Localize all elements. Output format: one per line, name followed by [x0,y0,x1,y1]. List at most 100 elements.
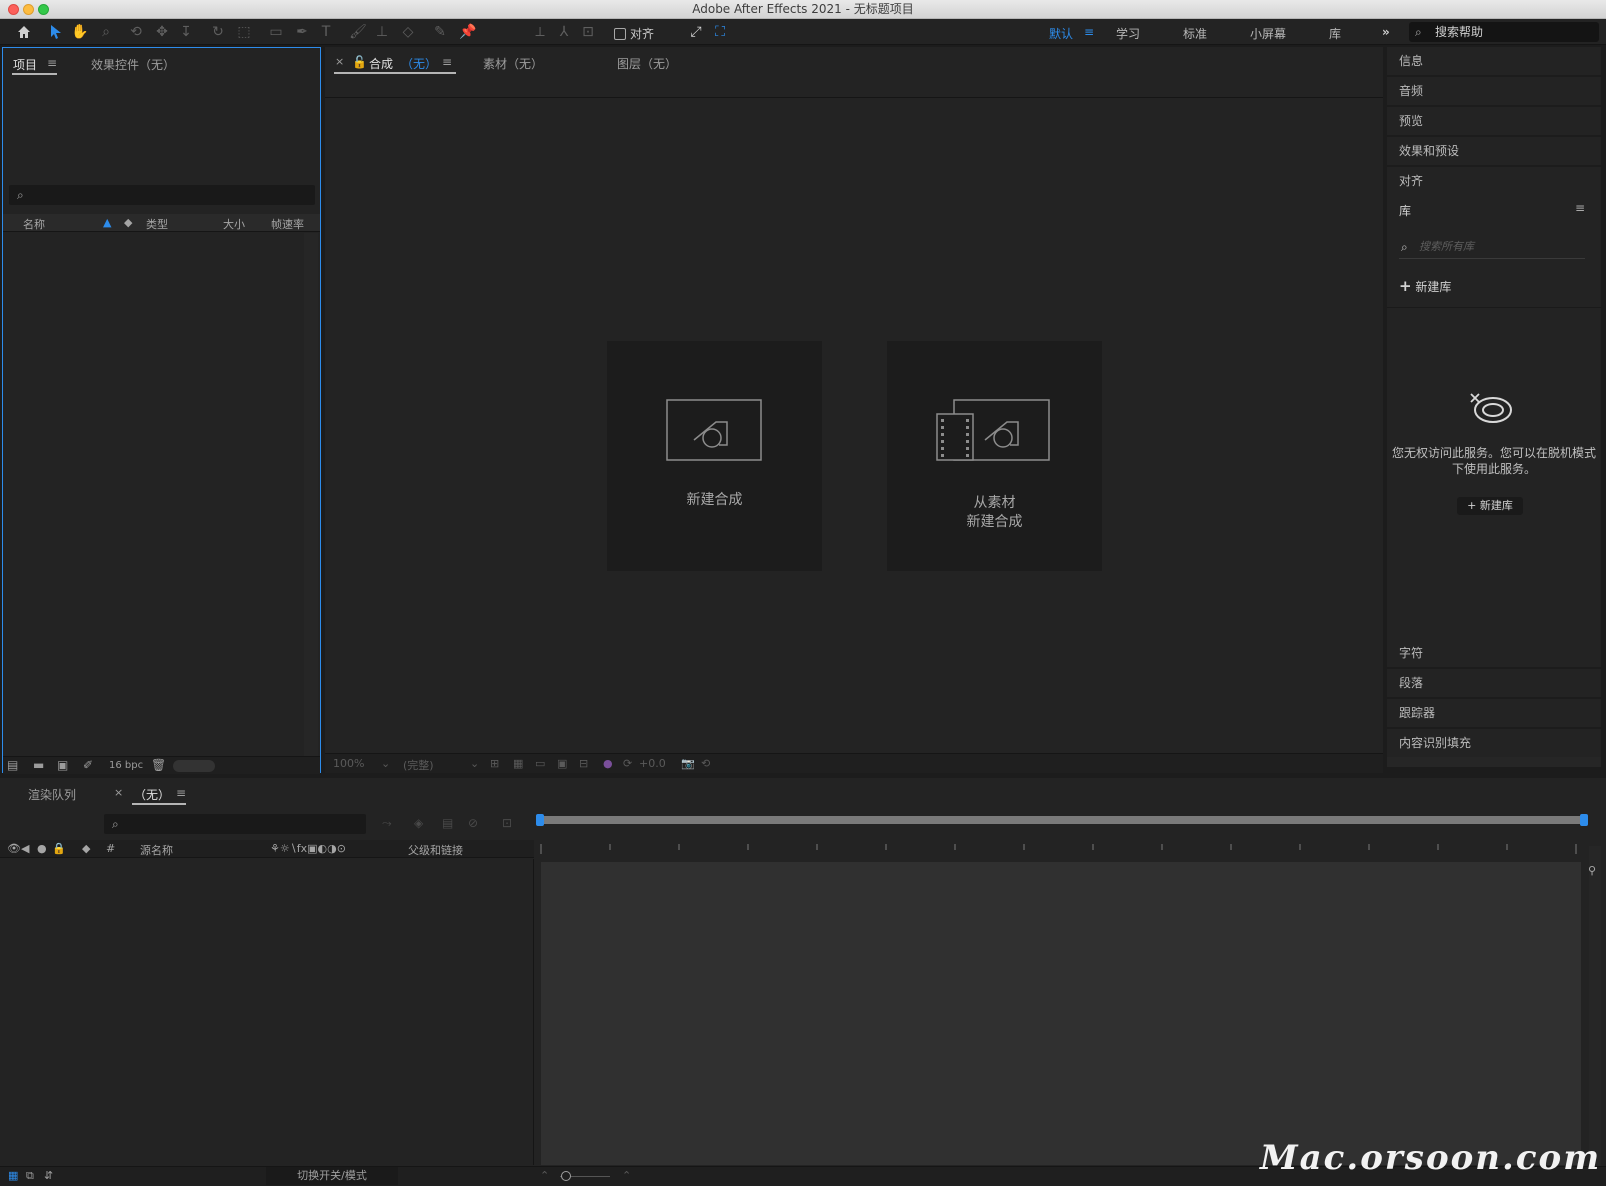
delete-icon[interactable]: 🗑 [151,758,166,772]
tab-timeline-none[interactable]: （无） [134,786,170,803]
new-composition-card[interactable]: 新建合成 [607,341,822,571]
tab-composition[interactable]: 合成 [369,55,393,72]
graph-editor-icon[interactable]: ⊡ [502,816,512,830]
timeline-scrollbar[interactable] [1589,846,1601,1166]
chevron-down-icon[interactable]: ⌄ [470,757,479,770]
timeline-search-input[interactable]: ⌕ [104,814,366,834]
frame-blending-icon[interactable]: ⊘ [468,816,478,830]
toggle-mask-visibility-icon[interactable]: ▭ [535,757,545,770]
timeline-track-area[interactable] [541,862,1581,1165]
workspace-small-screen[interactable]: 小屏幕 [1250,25,1286,42]
composition-flowchart-icon[interactable]: ⤳ [382,816,392,831]
bit-depth[interactable]: 16 bpc [109,760,143,771]
snap-toggle[interactable]: 对齐 [614,25,654,42]
zoom-slider-handle[interactable] [561,1171,571,1181]
libraries-title[interactable]: 库 [1399,202,1411,219]
thumbnail-transparency-toggle[interactable] [173,760,215,772]
panel-paragraph[interactable]: 段落 [1387,669,1601,697]
orbit-camera-tool-icon[interactable]: ⟲ [126,22,146,42]
toggle-switches-modes-button[interactable]: 切换开关/模式 [266,1167,398,1185]
tab-footage[interactable]: 素材（无） [483,55,543,72]
window-minimize-button[interactable] [23,4,34,15]
work-area-end-handle[interactable] [1580,814,1588,826]
tab-effect-controls[interactable]: 效果控件（无） [91,56,175,73]
workspace-learn[interactable]: 学习 [1116,25,1140,42]
zoom-tool-icon[interactable]: ⌕ [96,22,116,42]
lock-icon[interactable]: 🔓 [352,55,367,69]
puppet-pin-tool-icon[interactable]: 📌 [458,22,478,42]
tab-project[interactable]: 项目 [13,56,37,73]
pen-tool-icon[interactable]: ✒ [292,22,312,42]
panel-effects-presets[interactable]: 效果和预设 [1387,137,1601,165]
project-scrollbar[interactable] [304,233,318,759]
snap-options-icon[interactable]: ⤢ [686,22,706,42]
roto-brush-tool-icon[interactable]: ✎ [430,22,450,42]
snapshot-icon[interactable]: 📷 [681,757,695,770]
panel-tracker[interactable]: 跟踪器 [1387,699,1601,727]
search-help-input[interactable]: ⌕ 搜索帮助 [1409,22,1599,42]
zoom-out-icon[interactable]: ⌃ [540,1169,549,1182]
hand-tool-icon[interactable]: ✋ [70,22,90,42]
workspace-libraries[interactable]: 库 [1329,25,1341,42]
time-ruler[interactable] [534,810,1588,862]
workspace-standard[interactable]: 标准 [1183,25,1207,42]
workspace-default[interactable]: 默认 [1049,25,1073,42]
tab-render-queue[interactable]: 渲染队列 [28,786,76,803]
new-composition-icon[interactable]: ▣ [57,758,68,772]
view-axis-mode-icon[interactable]: ⊡ [578,22,598,42]
column-source-name[interactable]: 源名称 [140,842,173,858]
layer-switches-pane-icon[interactable]: ▦ [8,1169,18,1182]
show-channel-icon[interactable]: ● [603,757,613,770]
label-tag-icon[interactable]: ◆ [82,842,90,855]
panel-align[interactable]: 对齐 [1387,167,1601,195]
transfer-controls-pane-icon[interactable]: ⧉ [26,1169,34,1183]
panel-content-aware-fill[interactable]: 内容识别填充 [1387,729,1601,757]
pan-behind-tool-icon[interactable]: ⬚ [234,22,254,42]
new-library-button[interactable]: + 新建库 [1457,497,1523,515]
eraser-tool-icon[interactable]: ◇ [398,22,418,42]
window-close-button[interactable] [8,4,19,15]
draft-3d-icon[interactable]: ◈ [414,816,423,830]
reset-exposure-icon[interactable]: ⟳ [623,757,632,770]
panel-preview[interactable]: 预览 [1387,107,1601,135]
column-size[interactable]: 大小 [223,216,245,232]
new-library-link[interactable]: + 新建库 [1399,277,1451,295]
selection-tool-icon[interactable] [46,22,66,42]
type-tool-icon[interactable]: T [316,22,336,42]
zoom-in-icon[interactable]: ⌃ [622,1169,631,1182]
project-search-input[interactable]: ⌕ [9,185,315,205]
audio-icon[interactable]: ◀ [21,842,29,855]
comp-marker-bin-icon[interactable]: ⚲ [1588,864,1596,877]
layer-outline-area[interactable] [0,859,534,1165]
panel-audio[interactable]: 音频 [1387,77,1601,105]
rectangle-tool-icon[interactable]: ▭ [266,22,286,42]
workspace-menu-icon[interactable]: ≡ [1084,25,1094,39]
in-out-duration-pane-icon[interactable]: ⇵ [44,1169,53,1182]
choose-grid-icon[interactable]: ⊟ [579,757,588,770]
workspace-overflow-icon[interactable]: » [1382,25,1390,39]
lock-icon[interactable]: 🔒 [52,842,66,855]
interpret-footage-icon[interactable]: ▤ [7,758,18,772]
sort-ascending-icon[interactable]: ▲ [103,216,111,229]
close-icon[interactable]: × [114,786,123,799]
project-settings-icon[interactable]: ✐ [83,758,93,772]
brush-tool-icon[interactable]: 🖌 [348,22,368,42]
dolly-camera-tool-icon[interactable]: ↧ [176,22,196,42]
work-area-start-handle[interactable] [536,814,544,826]
show-snapshot-icon[interactable]: ⟲ [701,757,710,770]
exposure-value[interactable]: +0.0 [639,757,666,770]
window-zoom-button[interactable] [38,4,49,15]
column-parent-link[interactable]: 父级和链接 [408,842,463,858]
resolution-dropdown[interactable]: (完整) [403,757,434,773]
magnification-dropdown[interactable]: 100% [333,757,364,770]
column-name[interactable]: 名称 [23,216,45,232]
snap-checkbox[interactable] [614,27,626,40]
label-tag-icon[interactable]: ◆ [124,216,132,229]
column-number[interactable]: # [106,842,115,855]
local-axis-mode-icon[interactable]: ⟂ [530,22,550,42]
layer-switches-icons[interactable]: ⚘☼∖fx▣◐◑⊙ [270,842,346,855]
pan-camera-tool-icon[interactable]: ✥ [152,22,172,42]
column-fps[interactable]: 帧速率 [271,216,304,232]
panel-info[interactable]: 信息 [1387,47,1601,75]
column-type[interactable]: 类型 [146,216,168,232]
